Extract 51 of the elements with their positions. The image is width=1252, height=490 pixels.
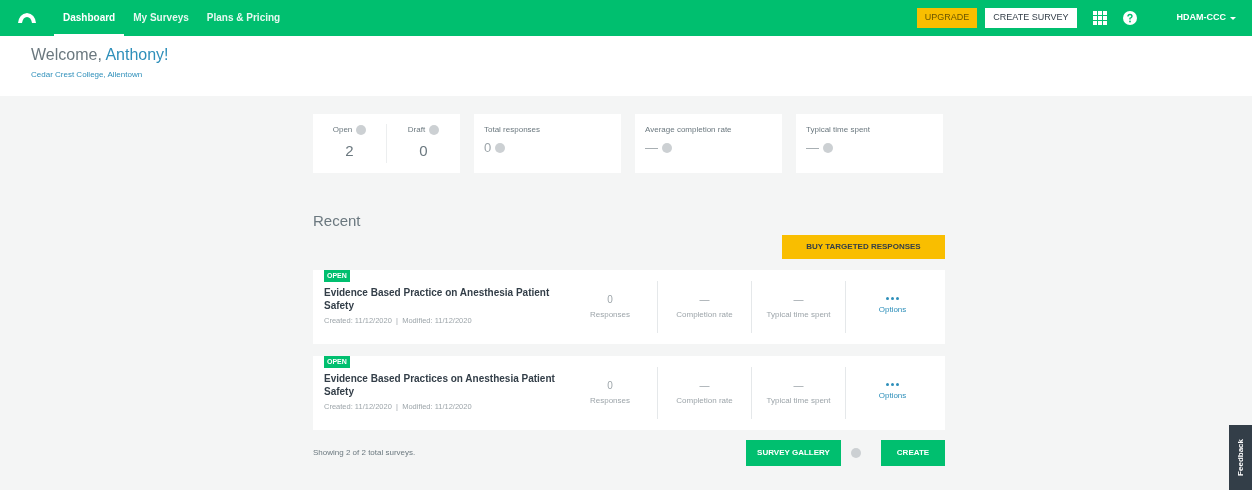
nav-tab[interactable]: My Surveys bbox=[124, 0, 198, 36]
info-icon[interactable] bbox=[823, 142, 833, 153]
metric-label: Completion rate bbox=[676, 395, 733, 407]
apps-grid-icon[interactable] bbox=[1092, 11, 1107, 25]
metric-label: Typical time spent bbox=[766, 309, 831, 321]
metric-label: Responses bbox=[590, 395, 630, 407]
survey-count: Showing 2 of 2 total surveys. bbox=[313, 446, 417, 459]
more-icon[interactable] bbox=[886, 383, 899, 386]
logo-icon[interactable] bbox=[16, 11, 38, 25]
metric-label: Responses bbox=[590, 309, 630, 321]
metric-value: — bbox=[793, 293, 804, 307]
info-icon[interactable] bbox=[356, 124, 367, 135]
create-survey-button[interactable]: CREATE SURVEY bbox=[985, 8, 1077, 28]
stat-label: Typical time spent bbox=[806, 124, 872, 136]
stat-label: Open bbox=[332, 124, 367, 136]
stat-label: Draft bbox=[407, 124, 440, 136]
section-title: Recent bbox=[313, 211, 362, 231]
stat-value: 2 bbox=[345, 141, 354, 161]
info-icon[interactable] bbox=[851, 448, 861, 459]
options-link[interactable]: Options bbox=[878, 304, 907, 316]
info-icon[interactable] bbox=[662, 142, 672, 153]
info-icon[interactable] bbox=[429, 124, 440, 135]
create-button[interactable]: CREATE bbox=[881, 439, 945, 466]
metric-value: — bbox=[699, 293, 710, 307]
organization-link[interactable]: Cedar Crest College, Allentown bbox=[31, 69, 1221, 81]
caret-icon bbox=[1230, 16, 1236, 20]
metric-label: Typical time spent bbox=[766, 395, 831, 407]
metric-label: Completion rate bbox=[676, 309, 733, 321]
stat-value: 0 bbox=[484, 138, 611, 158]
feedback-tab[interactable]: Feedback bbox=[1229, 425, 1252, 490]
more-icon[interactable] bbox=[886, 297, 899, 300]
metric-value: — bbox=[699, 379, 710, 393]
stat-value: — bbox=[645, 138, 772, 158]
metric-value: 0 bbox=[607, 293, 613, 307]
options-link[interactable]: Options bbox=[878, 390, 907, 402]
survey-gallery-button[interactable]: SURVEY GALLERY bbox=[746, 439, 841, 466]
survey-title[interactable]: Evidence Based Practices on Anesthesia Patient Safety bbox=[324, 372, 563, 398]
stat-value: — bbox=[806, 138, 933, 158]
upgrade-button[interactable]: UPGRADE bbox=[916, 8, 978, 28]
welcome-heading: Welcome, Anthony! bbox=[31, 45, 170, 65]
metric-value: — bbox=[793, 379, 804, 393]
stat-label: Total responses bbox=[484, 124, 542, 136]
help-icon[interactable] bbox=[1122, 11, 1137, 25]
buy-responses-button[interactable]: BUY TARGETED RESPONSES bbox=[782, 234, 945, 259]
account-menu[interactable]: HDAM-CCC bbox=[1176, 11, 1236, 25]
stat-label: Average completion rate bbox=[645, 124, 733, 136]
nav-tab[interactable]: Plans & Pricing bbox=[197, 0, 290, 36]
metric-value: 0 bbox=[607, 379, 613, 393]
stat-value: 0 bbox=[419, 141, 428, 161]
info-icon[interactable] bbox=[495, 142, 506, 153]
survey-title[interactable]: Evidence Based Practice on Anesthesia Patient Safety bbox=[324, 286, 563, 312]
